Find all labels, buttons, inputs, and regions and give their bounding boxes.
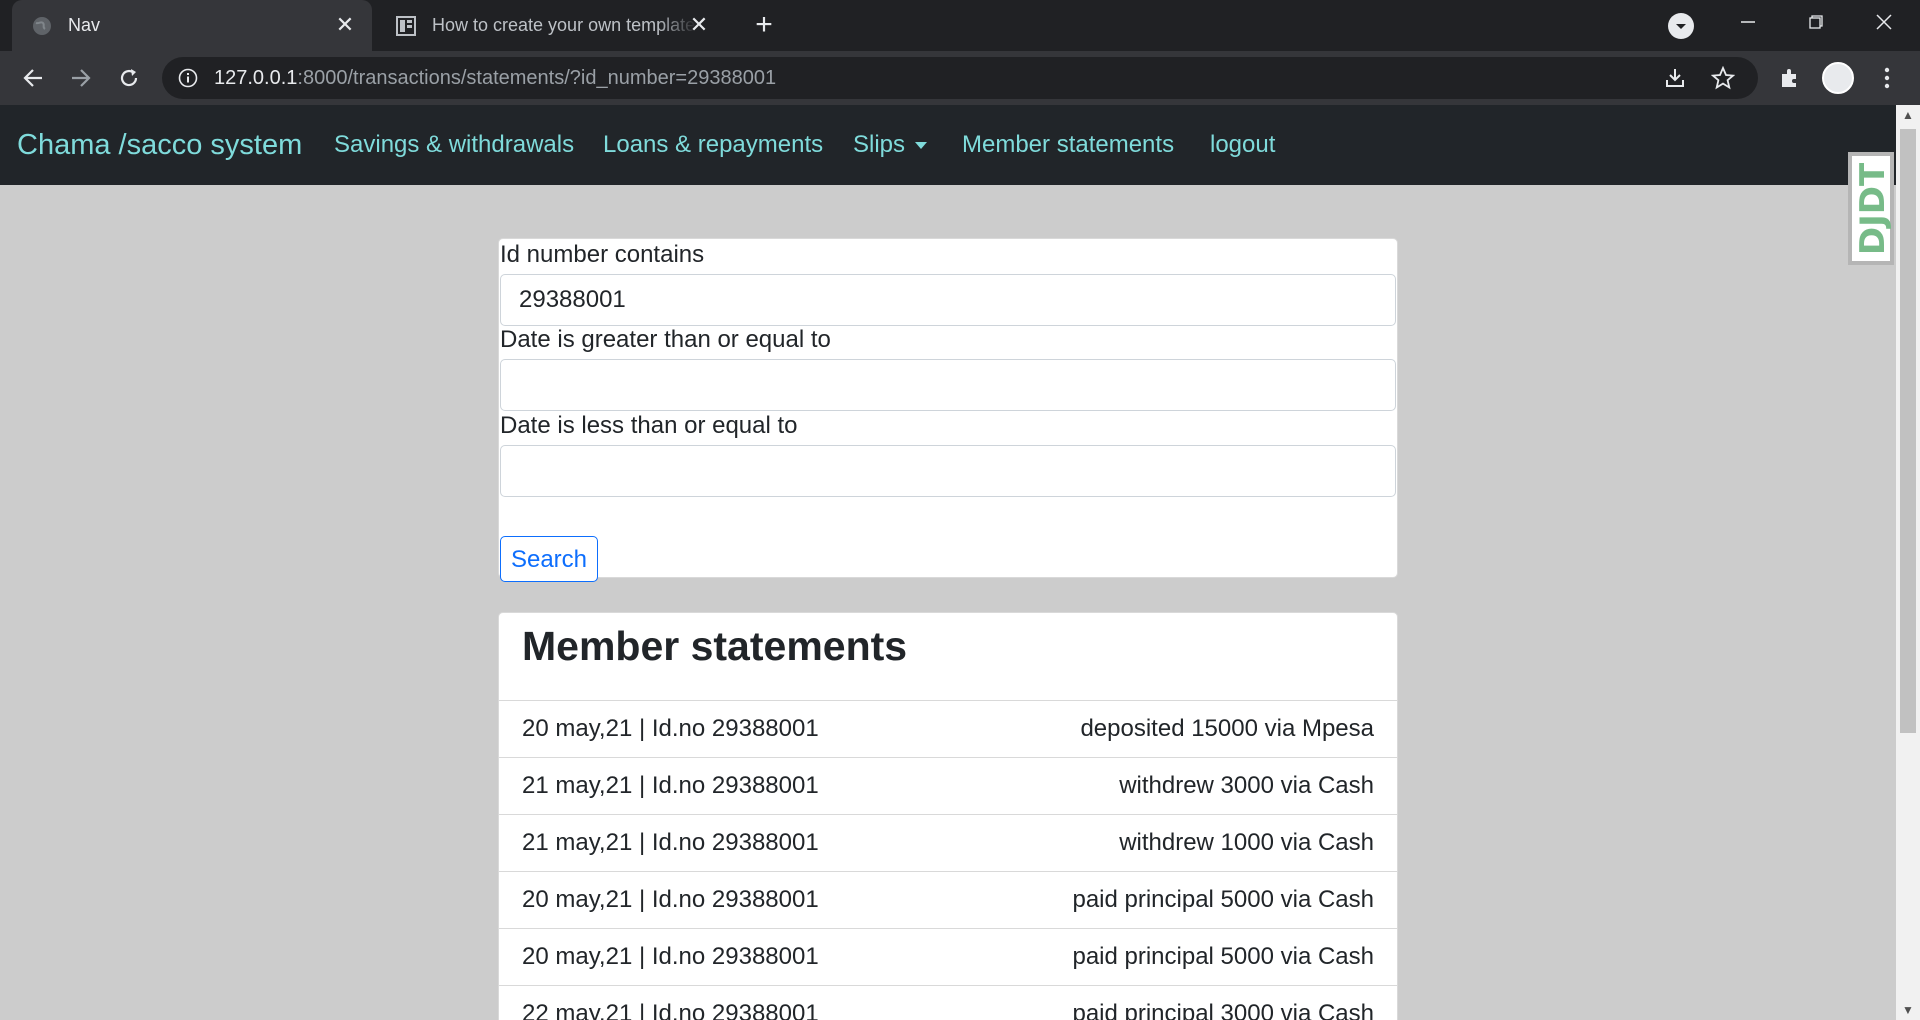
filter-form: Id number contains 29388001 Date is grea… bbox=[498, 238, 1398, 582]
address-bar[interactable]: 127.0.0.1:8000/transactions/statements/?… bbox=[162, 57, 1758, 99]
url-host: 127.0.0.1 bbox=[214, 67, 298, 89]
profile-avatar[interactable] bbox=[1822, 62, 1854, 94]
site-navbar: Chama /sacco system Savings & withdrawal… bbox=[0, 105, 1896, 185]
statement-description: withdrew 1000 via Cash bbox=[1119, 829, 1374, 856]
search-button[interactable]: Search bbox=[500, 536, 598, 582]
brand-link[interactable]: Chama /sacco system bbox=[17, 105, 302, 185]
reload-icon[interactable] bbox=[112, 61, 146, 95]
document-icon bbox=[396, 15, 416, 36]
nav-slips-dropdown[interactable]: Slips bbox=[853, 105, 928, 185]
minimize-icon[interactable] bbox=[1714, 0, 1782, 44]
nav-member-statements[interactable]: Member statements bbox=[962, 105, 1174, 185]
scroll-up-arrow-icon[interactable]: ▲ bbox=[1896, 105, 1920, 125]
page-viewport: Chama /sacco system Savings & withdrawal… bbox=[0, 105, 1920, 1020]
extensions-puzzle-icon[interactable] bbox=[1773, 61, 1807, 95]
date-gte-label: Date is greater than or equal to bbox=[500, 326, 831, 353]
browser-menu-icon[interactable] bbox=[1870, 61, 1904, 95]
list-item: 20 may,21 | Id.no 29388001 paid principal… bbox=[499, 872, 1397, 929]
list-item: 21 may,21 | Id.no 29388001 withdrew 3000 … bbox=[499, 758, 1397, 815]
scroll-down-arrow-icon[interactable]: ▼ bbox=[1896, 1000, 1920, 1020]
install-app-icon[interactable] bbox=[1663, 66, 1687, 90]
bookmark-star-icon[interactable] bbox=[1710, 65, 1736, 90]
list-item: 20 may,21 | Id.no 29388001 paid principal… bbox=[499, 929, 1397, 986]
globe-icon bbox=[32, 16, 52, 36]
browser-toolbar: 127.0.0.1:8000/transactions/statements/?… bbox=[0, 51, 1920, 105]
tab-search-icon[interactable] bbox=[1668, 13, 1694, 39]
back-arrow-icon[interactable] bbox=[16, 61, 50, 95]
tab-title: How to create your own template bbox=[432, 15, 696, 35]
close-icon[interactable]: ✕ bbox=[334, 14, 356, 36]
statement-description: paid principal 3000 via Cash bbox=[1072, 1000, 1374, 1020]
statement-date-id: 21 may,21 | Id.no 29388001 bbox=[522, 772, 819, 799]
statement-description: deposited 15000 via Mpesa bbox=[1080, 715, 1374, 742]
nav-slips-label: Slips bbox=[853, 131, 906, 158]
statement-date-id: 21 may,21 | Id.no 29388001 bbox=[522, 829, 819, 856]
url-text: 127.0.0.1:8000/transactions/statements/?… bbox=[214, 57, 776, 99]
statement-date-id: 20 may,21 | Id.no 29388001 bbox=[522, 886, 819, 913]
id-number-input[interactable]: 29388001 bbox=[500, 274, 1396, 326]
nav-loans-repayments[interactable]: Loans & repayments bbox=[603, 105, 823, 185]
tab-template-guide[interactable]: How to create your own template ✕ bbox=[376, 0, 726, 51]
new-tab-plus-icon[interactable]: + bbox=[748, 10, 780, 42]
date-lte-label: Date is less than or equal to bbox=[500, 412, 798, 439]
url-path: :8000/transactions/statements/?id_number… bbox=[297, 67, 777, 89]
id-number-label: Id number contains bbox=[500, 241, 705, 268]
statement-date-id: 20 may,21 | Id.no 29388001 bbox=[522, 943, 819, 970]
close-icon[interactable]: ✕ bbox=[688, 14, 710, 36]
debug-toolbar-logo: DJDT bbox=[1853, 160, 1894, 257]
statement-date-id: 22 may,21 | Id.no 29388001 bbox=[522, 1000, 819, 1020]
list-item: 20 may,21 | Id.no 29388001 deposited 1500… bbox=[499, 701, 1397, 758]
tab-title: Nav bbox=[68, 15, 101, 35]
list-item: 22 may,21 | Id.no 29388001 paid principal… bbox=[499, 986, 1397, 1020]
nav-logout[interactable]: logout bbox=[1210, 105, 1275, 185]
scrollbar-thumb[interactable] bbox=[1900, 129, 1916, 733]
statement-description: paid principal 5000 via Cash bbox=[1072, 943, 1374, 970]
vertical-scrollbar[interactable]: ▲ ▼ bbox=[1896, 105, 1920, 1020]
tab-nav[interactable]: Nav ✕ bbox=[12, 0, 372, 51]
debug-toolbar-handle[interactable]: DJDT bbox=[1848, 152, 1894, 265]
nav-savings-withdrawals[interactable]: Savings & withdrawals bbox=[334, 105, 574, 185]
info-icon[interactable] bbox=[178, 68, 198, 88]
caret-down-icon bbox=[915, 142, 928, 150]
statement-date-id: 20 may,21 | Id.no 29388001 bbox=[522, 715, 819, 742]
debug-toolbar-label: DJDT bbox=[1853, 162, 1894, 255]
list-item: 21 may,21 | Id.no 29388001 withdrew 1000 … bbox=[499, 815, 1397, 872]
window-close-icon[interactable] bbox=[1850, 0, 1918, 44]
statements-title: Member statements bbox=[522, 623, 908, 669]
statements-card: Member statements 20 may,21 | Id.no 2938… bbox=[498, 612, 1398, 1020]
forward-arrow-icon[interactable] bbox=[64, 61, 98, 95]
restore-icon[interactable] bbox=[1782, 0, 1850, 44]
date-gte-input[interactable] bbox=[500, 359, 1396, 411]
statement-description: paid principal 5000 via Cash bbox=[1072, 886, 1374, 913]
statement-description: withdrew 3000 via Cash bbox=[1119, 772, 1374, 799]
browser-tabstrip: Nav ✕ How to create your own template ✕ … bbox=[0, 0, 1920, 51]
date-lte-input[interactable] bbox=[500, 445, 1396, 497]
